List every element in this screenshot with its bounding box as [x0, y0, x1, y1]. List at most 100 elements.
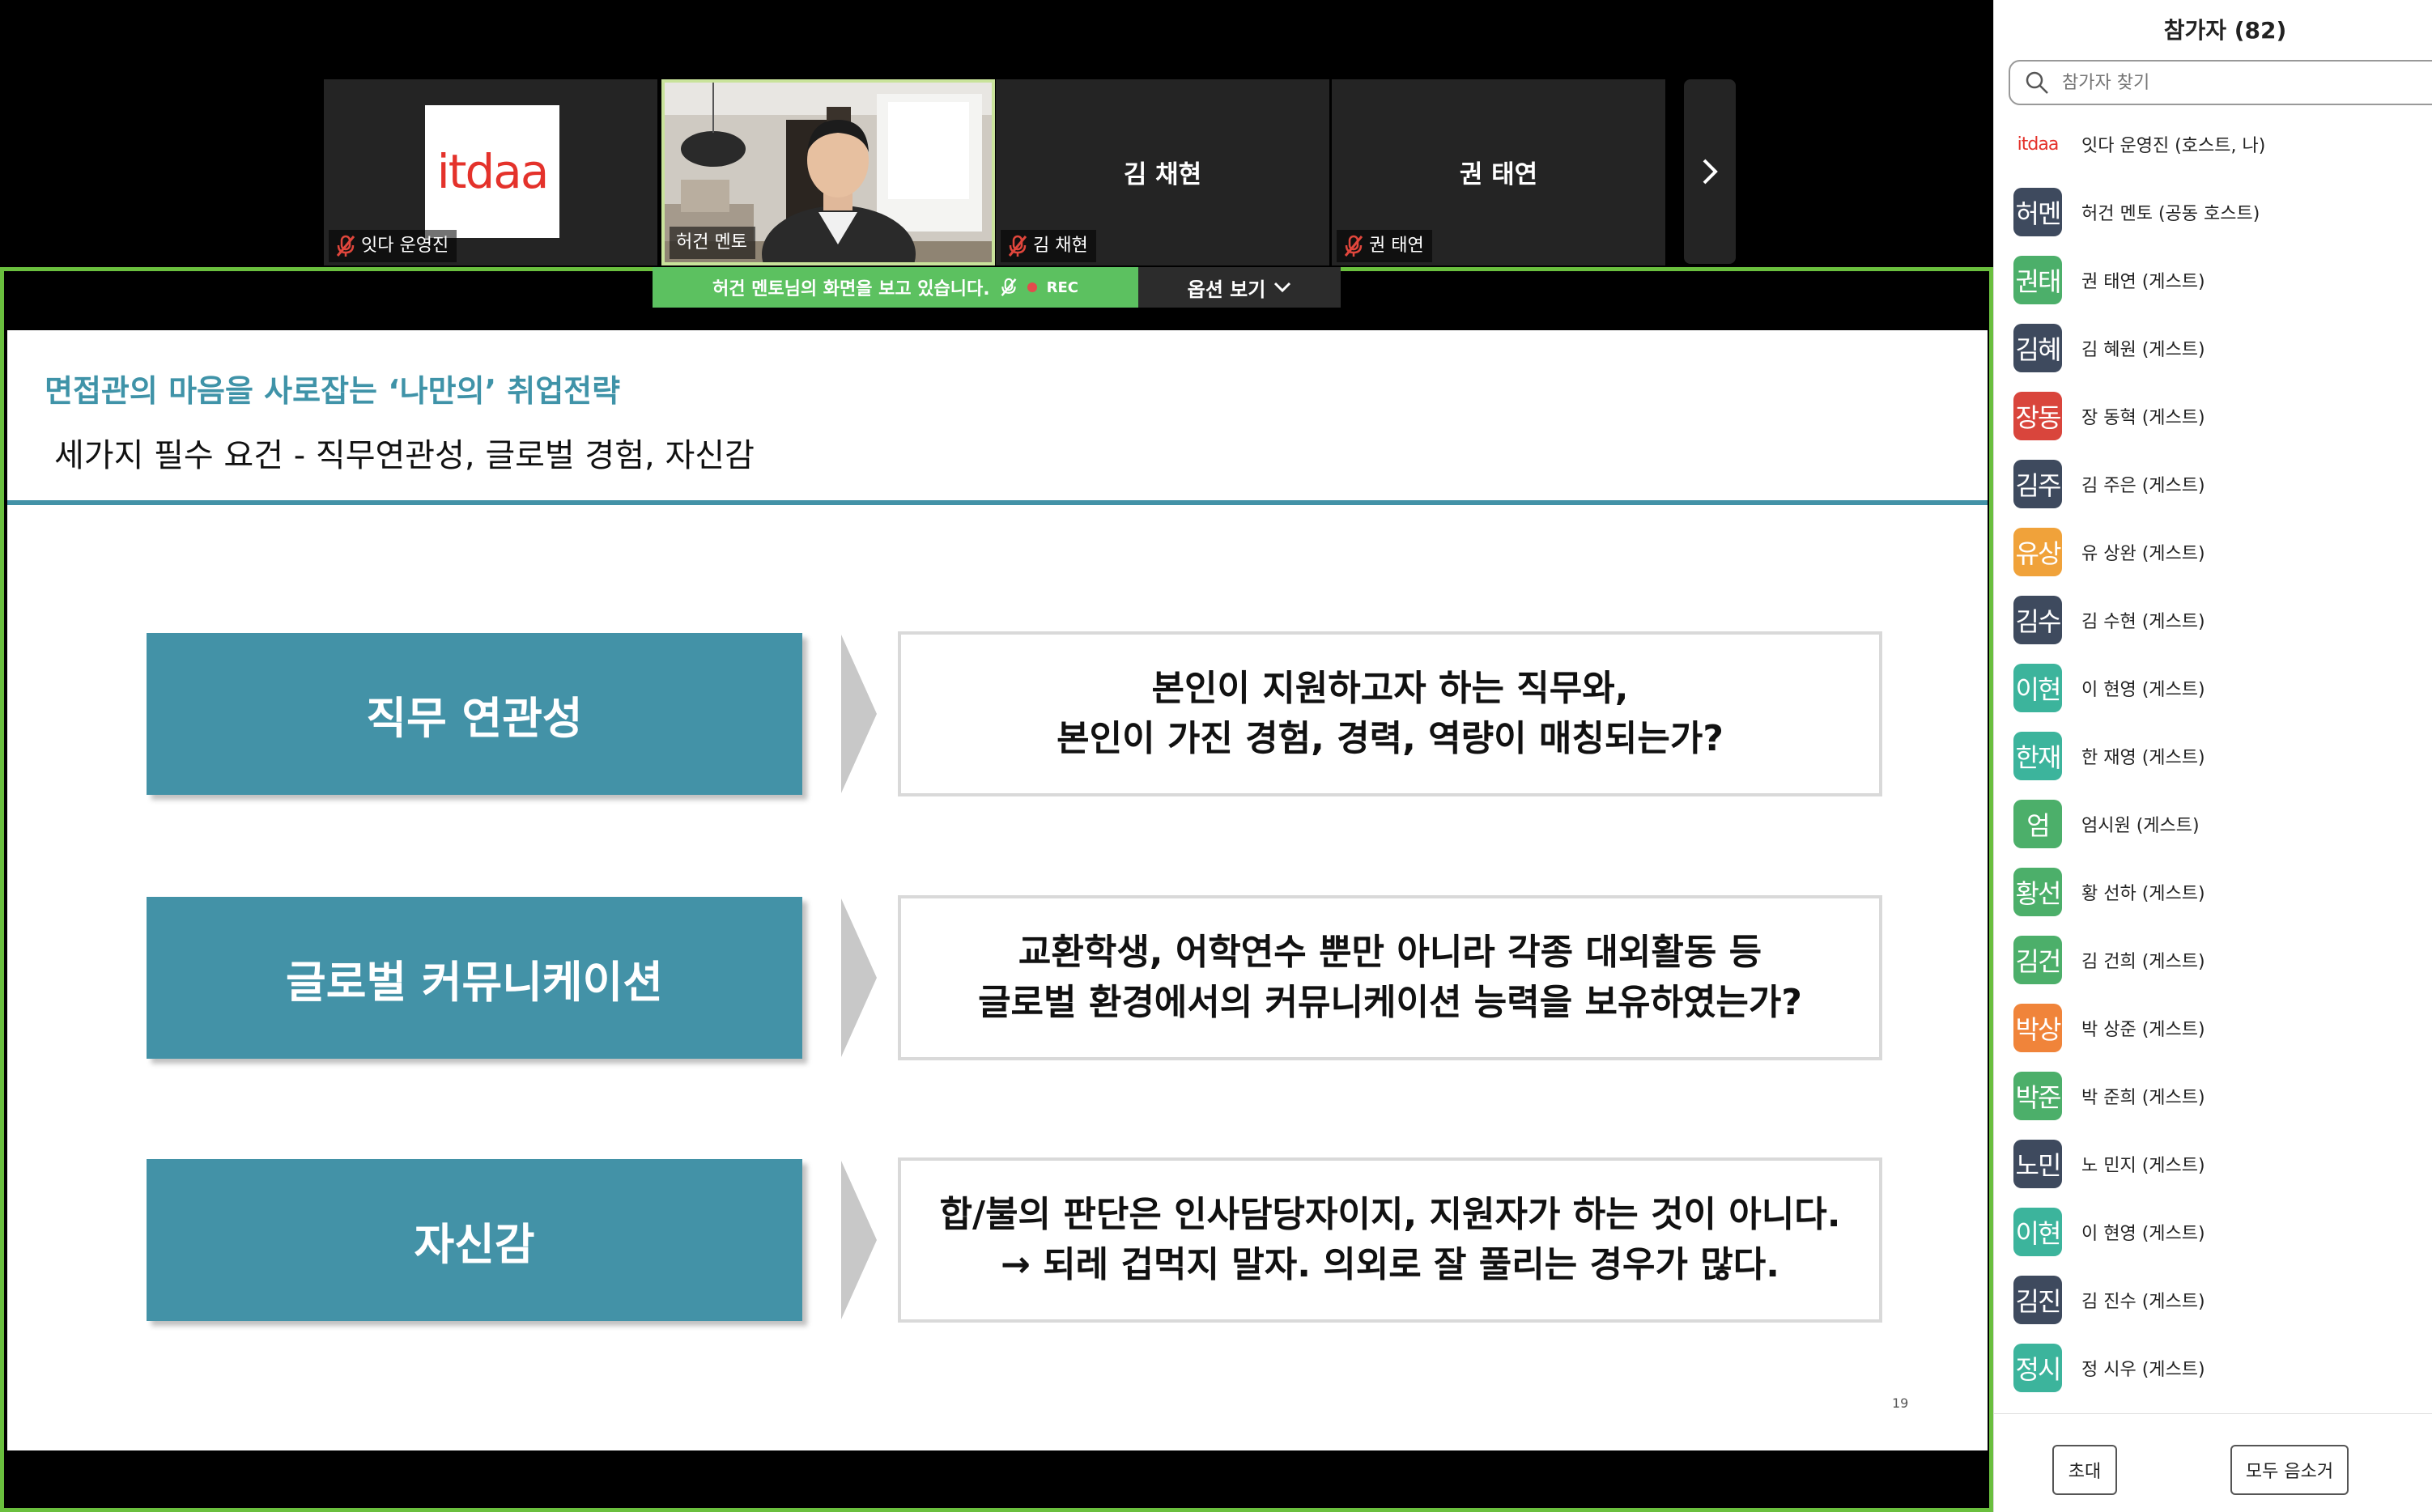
tile-name-tag: 김 채현 — [1001, 230, 1096, 262]
description-line: 본인이 지원하고자 하는 직무와, — [1151, 668, 1629, 709]
mute-all-button[interactable]: 모두 음소거 — [2230, 1445, 2349, 1495]
description-line: 글로벌 환경에서의 커뮤니케이션 능력을 보유하였는가? — [978, 982, 1802, 1023]
tile-name-tag: 권 태연 — [1337, 230, 1432, 262]
meeting-window: itdaa 잇다 운영진 허건 멘토 김 채현 김 채현 권 태연 권 태연 허… — [0, 0, 2432, 1512]
video-tile-chaehyun[interactable]: 김 채현 김 채현 — [996, 79, 1329, 265]
arrow-right-icon — [841, 898, 877, 1057]
share-status-text: 허건 멘토님의 화면을 보고 있습니다. — [712, 279, 990, 299]
avatar: 노민 — [2013, 1140, 2062, 1188]
slide-header-subtitle: 세가지 필수 요건 - 직무연관성, 글로벌 경험, 자신감 — [54, 437, 755, 474]
description-line: 합/불의 판단은 인사담당자이지, 지원자가 하는 것이 아니다. — [939, 1194, 1841, 1235]
participant-name: 유 상완 (게스트) — [2081, 544, 2205, 564]
presentation-slide: 면접관의 마음을 사로잡는 ‘나만의’ 취업전략 세가지 필수 요건 - 직무연… — [7, 330, 1988, 1450]
participant-name: 잇다 운영진 (호스트, 나) — [2081, 136, 2266, 156]
video-tile-mentor[interactable]: 허건 멘토 — [661, 79, 995, 265]
avatar: 정시 — [2013, 1344, 2062, 1392]
view-options-label: 옵션 보기 — [1187, 278, 1266, 301]
participant-name: 이 현영 (게스트) — [2081, 680, 2205, 700]
participant-row[interactable]: itdaa 잇다 운영진 (호스트, 나) — [1994, 110, 2432, 178]
tile-name-tag: 허건 멘토 — [670, 227, 755, 259]
tile-center-name: 권 태연 — [1459, 160, 1538, 189]
participant-name: 김 진수 (게스트) — [2081, 1292, 2205, 1312]
rec-dot-icon — [1027, 282, 1037, 292]
requirement-label: 자신감 — [147, 1159, 802, 1321]
avatar: 황선 — [2013, 868, 2062, 916]
participant-name: 이 현영 (게스트) — [2081, 1224, 2205, 1244]
participant-row[interactable]: 장동 장 동혁 (게스트) — [1994, 382, 2432, 450]
view-options-button[interactable]: 옵션 보기 — [1138, 267, 1341, 308]
participant-name: 박 상준 (게스트) — [2081, 1020, 2205, 1040]
avatar: 박준 — [2013, 1072, 2062, 1120]
avatar: 김수 — [2013, 596, 2062, 644]
search-input[interactable] — [2062, 72, 2305, 93]
participant-row[interactable]: 황선 황 선하 (게스트) — [1994, 858, 2432, 926]
avatar: 박상 — [2013, 1004, 2062, 1052]
requirement-row: 자신감 합/불의 판단은 인사담당자이지, 지원자가 하는 것이 아니다. → … — [147, 1157, 1882, 1329]
participant-name: 노 민지 (게스트) — [2081, 1156, 2205, 1176]
participant-name: 황 선하 (게스트) — [2081, 884, 2205, 904]
participant-name: 김 수현 (게스트) — [2081, 612, 2205, 632]
participant-name: 김 혜원 (게스트) — [2081, 340, 2205, 360]
description-line: 교환학생, 어학연수 뿐만 아니라 각종 대외활동 등 — [1018, 932, 1762, 973]
avatar: 김혜 — [2013, 324, 2062, 372]
participant-row[interactable]: 노민 노 민지 (게스트) — [1994, 1130, 2432, 1198]
participant-list: itdaa 잇다 운영진 (호스트, 나) 허멘 허건 멘토 (공동 호스트) 권태 권 … — [1994, 110, 2432, 1402]
invite-button[interactable]: 초대 — [2052, 1445, 2117, 1495]
participant-name: 정 시우 (게스트) — [2081, 1360, 2205, 1380]
participant-row[interactable]: 박준 박 준희 (게스트) — [1994, 1062, 2432, 1130]
participant-name: 한 재영 (게스트) — [2081, 748, 2205, 768]
requirement-description: 합/불의 판단은 인사담당자이지, 지원자가 하는 것이 아니다. → 되레 겁… — [898, 1157, 1882, 1323]
participant-row[interactable]: 김혜 김 혜원 (게스트) — [1994, 314, 2432, 382]
participant-row[interactable]: 김건 김 건희 (게스트) — [1994, 926, 2432, 994]
avatar: 허멘 — [2013, 188, 2062, 236]
participant-row[interactable]: 박상 박 상준 (게스트) — [1994, 994, 2432, 1062]
participant-row[interactable]: 김진 김 진수 (게스트) — [1994, 1266, 2432, 1334]
participant-row[interactable]: 한재 한 재영 (게스트) — [1994, 722, 2432, 790]
participant-search[interactable] — [2009, 60, 2432, 105]
participant-name: 권 태연 (게스트) — [2081, 272, 2205, 292]
participant-row[interactable]: 정시 정 시우 (게스트) — [1994, 1334, 2432, 1402]
participant-row[interactable]: 유상 유 상완 (게스트) — [1994, 518, 2432, 586]
participant-name: 박 준희 (게스트) — [2081, 1088, 2205, 1108]
participant-row[interactable]: 엄 엄시원 (게스트) — [1994, 790, 2432, 858]
arrow-right-icon — [841, 635, 877, 793]
avatar: 엄 — [2013, 800, 2062, 848]
avatar: itdaa — [2013, 120, 2062, 168]
video-tile-itdaa[interactable]: itdaa 잇다 운영진 — [324, 79, 657, 265]
avatar: 장동 — [2013, 392, 2062, 440]
video-gallery: itdaa 잇다 운영진 허건 멘토 김 채현 김 채현 권 태연 권 태연 — [0, 0, 1993, 267]
video-tile-taeyeon[interactable]: 권 태연 권 태연 — [1332, 79, 1665, 265]
participants-title: 참가자 (82) — [2163, 17, 2287, 44]
participant-row[interactable]: 이현 이 현영 (게스트) — [1994, 654, 2432, 722]
requirement-description: 본인이 지원하고자 하는 직무와, 본인이 가진 경험, 경력, 역량이 매칭되… — [898, 631, 1882, 796]
participant-name: 김 건희 (게스트) — [2081, 952, 2205, 972]
participants-panel: 참가자 (82) itdaa 잇다 운영진 (호스트, 나) 허멘 허건 멘토 (공동… — [1993, 0, 2432, 1512]
mic-muted-icon — [1008, 235, 1027, 257]
gallery-next-button[interactable] — [1684, 79, 1736, 264]
avatar: 김진 — [2013, 1276, 2062, 1324]
chevron-right-icon — [1703, 159, 1718, 185]
avatar: 김주 — [2013, 460, 2062, 508]
slide-header-title: 면접관의 마음을 사로잡는 ‘나만의’ 취업전략 — [45, 373, 621, 409]
requirement-label: 글로벌 커뮤니케이션 — [147, 897, 802, 1059]
participant-name: 허건 멘토 (공동 호스트) — [2081, 204, 2260, 224]
slide-divider — [7, 500, 1988, 505]
requirement-row: 글로벌 커뮤니케이션 교환학생, 어학연수 뿐만 아니라 각종 대외활동 등 글… — [147, 895, 1882, 1067]
participant-row[interactable]: 김수 김 수현 (게스트) — [1994, 586, 2432, 654]
requirement-label: 직무 연관성 — [147, 633, 802, 795]
avatar: 한재 — [2013, 732, 2062, 780]
participant-row[interactable]: 김주 김 주은 (게스트) — [1994, 450, 2432, 518]
tile-name-tag: 잇다 운영진 — [329, 230, 457, 262]
participant-name: 엄시원 (게스트) — [2081, 816, 2200, 836]
participant-row[interactable]: 이현 이 현영 (게스트) — [1994, 1198, 2432, 1266]
avatar: 이현 — [2013, 1208, 2062, 1256]
mic-muted-icon — [1344, 235, 1363, 257]
participant-row[interactable]: 권태 권 태연 (게스트) — [1994, 246, 2432, 314]
participant-row[interactable]: 허멘 허건 멘토 (공동 호스트) — [1994, 178, 2432, 246]
arrow-right-icon — [841, 1161, 877, 1319]
rec-label: REC — [1046, 278, 1078, 296]
description-line: 본인이 가진 경험, 경력, 역량이 매칭되는가? — [1057, 718, 1724, 759]
mic-muted-icon — [336, 235, 355, 257]
screen-share-banner: 허건 멘토님의 화면을 보고 있습니다. REC — [653, 267, 1138, 308]
description-line: → 되레 겁먹지 말자. 의외로 잘 풀리는 경우가 많다. — [1001, 1244, 1779, 1285]
